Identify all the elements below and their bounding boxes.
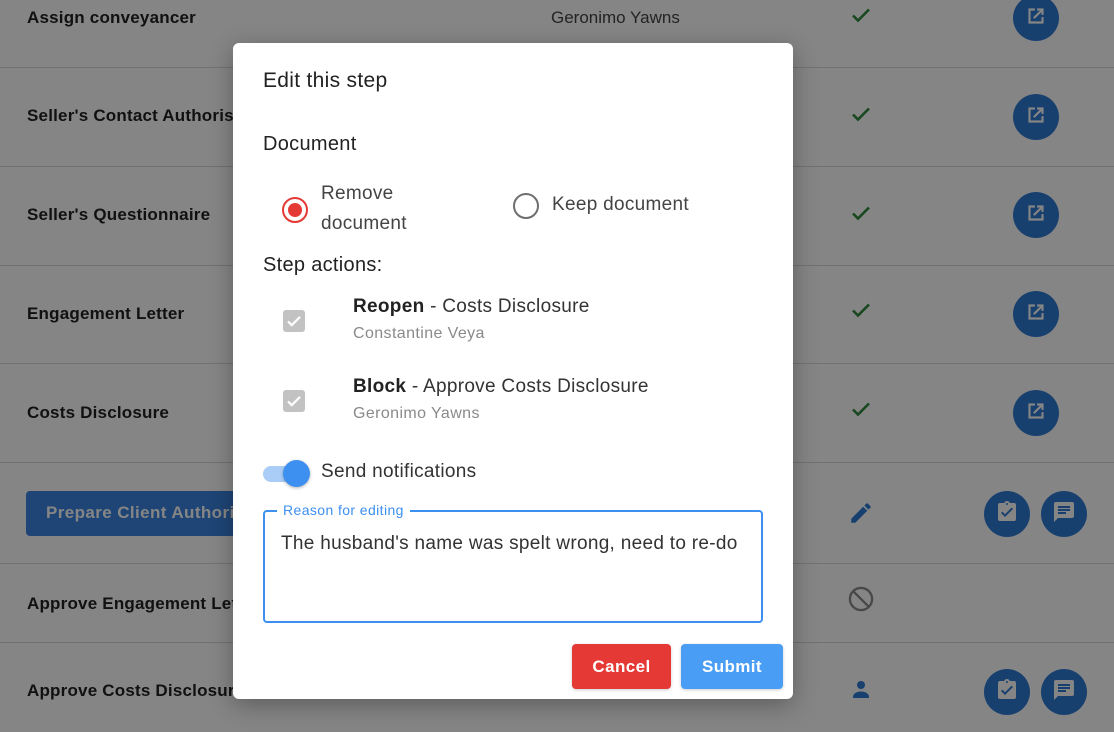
- send-notifications-toggle[interactable]: [263, 460, 310, 488]
- remove-document-radio[interactable]: [282, 197, 308, 223]
- block-action-label: Block - Approve Costs Disclosure: [353, 376, 649, 398]
- reopen-action-person: Constantine Veya: [353, 325, 485, 342]
- keep-document-label: Keep document: [552, 194, 689, 215]
- document-section-label: Document: [263, 133, 357, 155]
- action-target: - Approve Costs Disclosure: [406, 376, 649, 397]
- keep-document-radio[interactable]: [513, 193, 539, 219]
- cancel-button[interactable]: Cancel: [572, 644, 671, 689]
- submit-button[interactable]: Submit: [681, 644, 783, 689]
- block-action-person: Geronimo Yawns: [353, 405, 480, 422]
- dialog-title: Edit this step: [263, 69, 388, 92]
- remove-document-label-line2: document: [321, 213, 407, 234]
- toggle-thumb[interactable]: [283, 460, 310, 487]
- reopen-action-checkbox[interactable]: [283, 310, 305, 332]
- action-target: - Costs Disclosure: [424, 296, 590, 317]
- edit-step-dialog: Edit this step Document Remove document …: [233, 43, 793, 699]
- reason-textarea[interactable]: The husband's name was spelt wrong, need…: [281, 532, 751, 604]
- checkmark-icon: [287, 316, 301, 327]
- action-verb: Block: [353, 376, 407, 397]
- step-actions-label: Step actions:: [263, 254, 383, 276]
- block-action-checkbox[interactable]: [283, 390, 305, 412]
- remove-document-label-line1: Remove: [321, 183, 394, 204]
- send-notifications-label: Send notifications: [321, 461, 477, 482]
- reason-field[interactable]: Reason for editing The husband's name wa…: [263, 502, 763, 623]
- reopen-action-label: Reopen - Costs Disclosure: [353, 296, 590, 318]
- checkmark-icon: [287, 396, 301, 407]
- action-verb: Reopen: [353, 296, 425, 317]
- reason-field-label: Reason for editing: [277, 502, 410, 518]
